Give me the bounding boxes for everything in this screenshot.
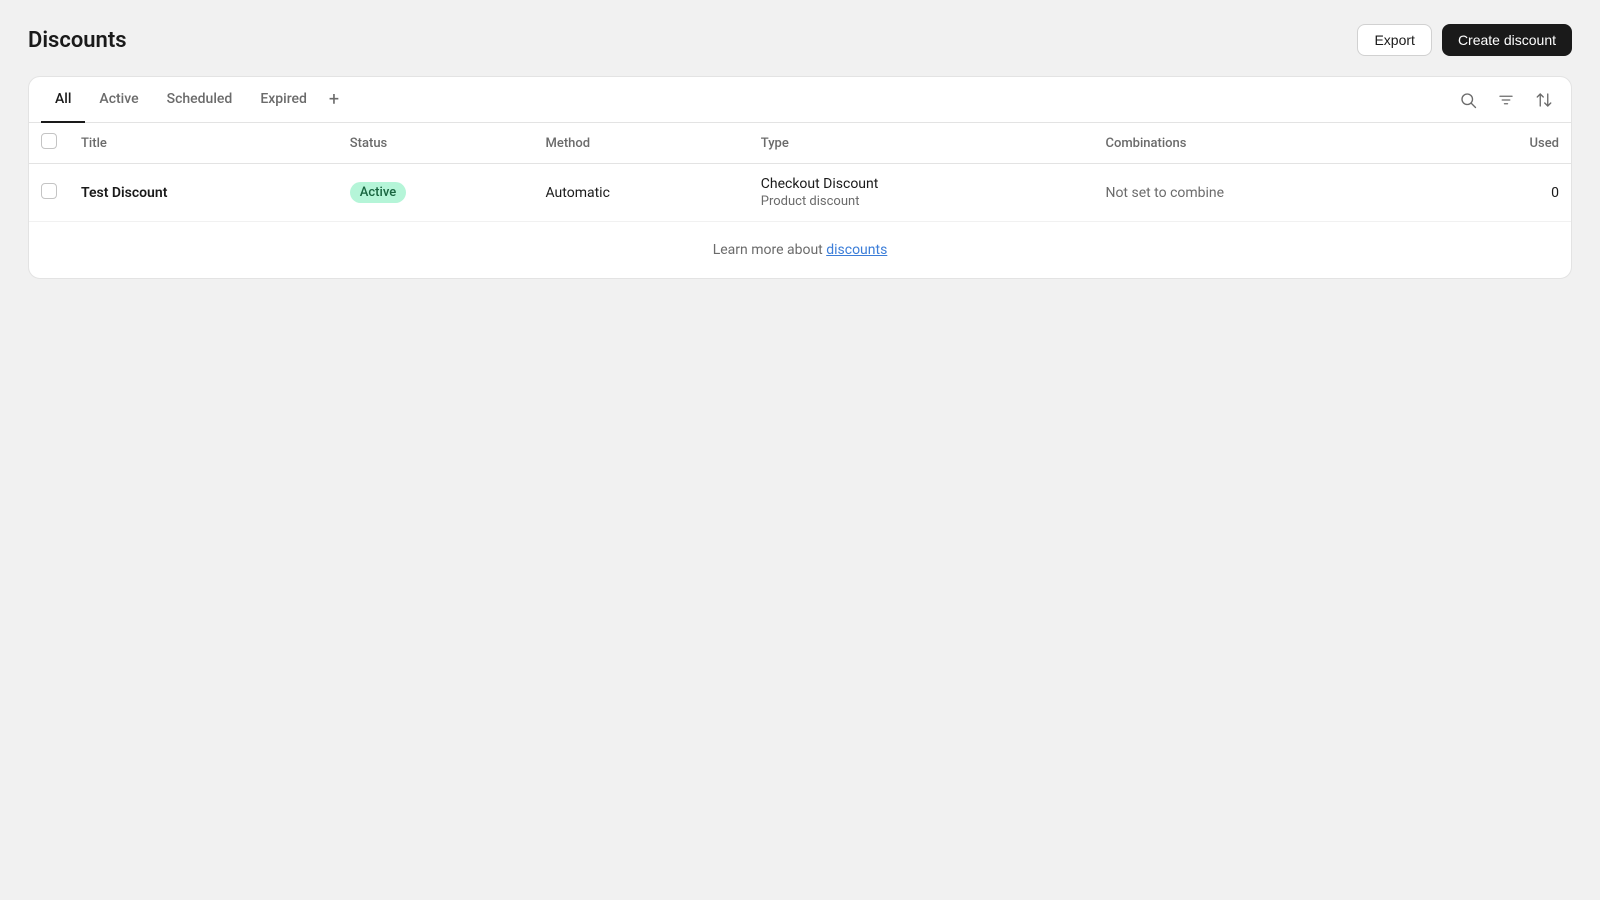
col-header-type: Type	[749, 123, 1094, 164]
col-header-method: Method	[533, 123, 748, 164]
row-title: Test Discount	[69, 164, 338, 222]
search-button[interactable]	[1453, 85, 1483, 115]
tabs-right	[1453, 85, 1559, 115]
filter-icon	[1497, 91, 1515, 109]
table-row[interactable]: Test Discount Active Automatic Checkout …	[29, 164, 1571, 222]
discounts-card: All Active Scheduled Expired +	[28, 76, 1572, 279]
select-all-header	[29, 123, 69, 164]
search-icon	[1459, 91, 1477, 109]
tabs-left: All Active Scheduled Expired +	[41, 77, 347, 122]
sort-icon	[1535, 91, 1553, 109]
row-status: Active	[338, 164, 534, 222]
filter-button[interactable]	[1491, 85, 1521, 115]
row-checkbox-cell	[29, 164, 69, 222]
page-title: Discounts	[28, 28, 127, 53]
select-all-checkbox[interactable]	[41, 133, 57, 149]
create-discount-button[interactable]: Create discount	[1442, 24, 1572, 56]
tab-all[interactable]: All	[41, 77, 85, 123]
learn-more-section: Learn more about discounts	[29, 222, 1571, 278]
tab-expired[interactable]: Expired	[246, 77, 321, 123]
tabs-bar: All Active Scheduled Expired +	[29, 77, 1571, 123]
header-actions: Export Create discount	[1357, 24, 1572, 56]
col-header-status: Status	[338, 123, 534, 164]
status-badge: Active	[350, 182, 406, 203]
col-header-used: Used	[1441, 123, 1571, 164]
tab-scheduled[interactable]: Scheduled	[153, 77, 247, 123]
discounts-link[interactable]: discounts	[826, 242, 887, 258]
row-combinations: Not set to combine	[1093, 164, 1440, 222]
tab-active[interactable]: Active	[85, 77, 152, 123]
add-tab-button[interactable]: +	[321, 81, 347, 119]
row-checkbox[interactable]	[41, 183, 57, 199]
col-header-combinations: Combinations	[1093, 123, 1440, 164]
sort-button[interactable]	[1529, 85, 1559, 115]
col-header-title: Title	[69, 123, 338, 164]
page-header: Discounts Export Create discount	[28, 24, 1572, 56]
row-used: 0	[1441, 164, 1571, 222]
export-button[interactable]: Export	[1357, 24, 1431, 56]
discounts-table: Title Status Method Type Combinations Us…	[29, 123, 1571, 222]
row-method: Automatic	[533, 164, 748, 222]
learn-more-text: Learn more about	[713, 242, 827, 258]
row-type: Checkout Discount Product discount	[749, 164, 1094, 222]
